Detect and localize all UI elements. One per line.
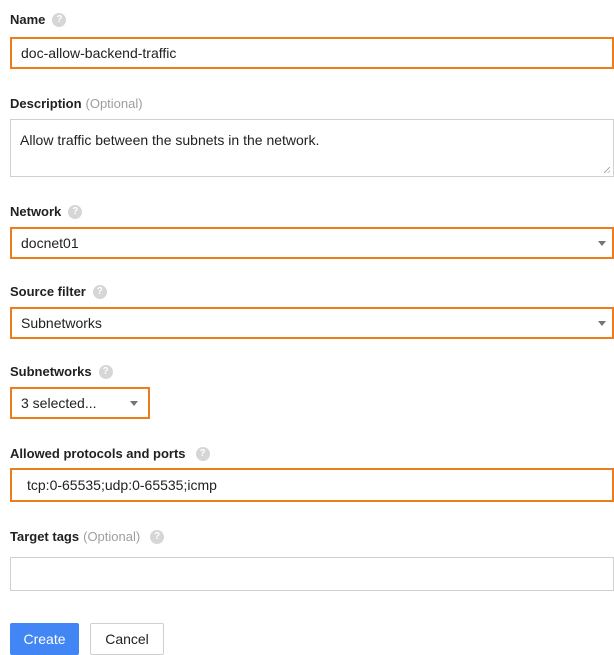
help-icon[interactable]: ? — [68, 204, 83, 219]
source-filter-label-text: Source filter — [10, 284, 86, 299]
network-label: Network ? — [10, 204, 83, 219]
source-filter-label: Source filter ? — [10, 284, 107, 299]
network-label-text: Network — [10, 204, 62, 219]
dropdown-arrow-icon — [130, 401, 138, 406]
dropdown-arrow-icon — [598, 321, 606, 326]
description-textarea[interactable]: Allow traffic between the subnets in the… — [10, 119, 614, 177]
subnetworks-label: Subnetworks ? — [10, 364, 113, 379]
cancel-button-label: Cancel — [105, 631, 149, 647]
target-tags-optional-text: (Optional) — [83, 529, 141, 544]
description-optional-text: (Optional) — [85, 96, 143, 111]
target-tags-label: Target tags (Optional) ? — [10, 529, 165, 544]
help-icon[interactable]: ? — [150, 529, 165, 544]
description-label: Description (Optional) — [10, 96, 143, 111]
subnetworks-value: 3 selected... — [21, 395, 97, 411]
help-icon[interactable]: ? — [195, 446, 210, 461]
name-input-value: doc-allow-backend-traffic — [21, 45, 177, 61]
allowed-protocols-value: tcp:0-65535;udp:0-65535;icmp — [27, 477, 217, 493]
create-button-label: Create — [23, 631, 66, 647]
name-label: Name ? — [10, 12, 67, 27]
help-icon[interactable]: ? — [92, 284, 107, 299]
subnetworks-label-text: Subnetworks — [10, 364, 92, 379]
target-tags-input[interactable] — [10, 557, 614, 591]
allowed-protocols-label: Allowed protocols and ports ? — [10, 446, 210, 461]
name-input[interactable]: doc-allow-backend-traffic — [10, 37, 614, 69]
source-filter-select[interactable]: Subnetworks — [10, 307, 614, 339]
allowed-protocols-input[interactable]: tcp:0-65535;udp:0-65535;icmp — [10, 468, 614, 502]
description-value: Allow traffic between the subnets in the… — [20, 132, 320, 148]
network-value: docnet01 — [21, 235, 79, 251]
help-icon[interactable]: ? — [52, 12, 67, 27]
target-tags-label-text: Target tags — [10, 529, 80, 544]
allowed-protocols-label-text: Allowed protocols and ports — [10, 446, 186, 461]
description-label-text: Description — [10, 96, 82, 111]
network-select[interactable]: docnet01 — [10, 227, 614, 259]
source-filter-value: Subnetworks — [21, 315, 102, 331]
subnetworks-select[interactable]: 3 selected... — [10, 387, 150, 419]
name-label-text: Name — [10, 12, 46, 27]
dropdown-arrow-icon — [598, 241, 606, 246]
help-icon[interactable]: ? — [98, 364, 113, 379]
cancel-button[interactable]: Cancel — [90, 623, 164, 655]
resize-handle-icon[interactable] — [604, 167, 610, 173]
create-button[interactable]: Create — [10, 623, 79, 655]
